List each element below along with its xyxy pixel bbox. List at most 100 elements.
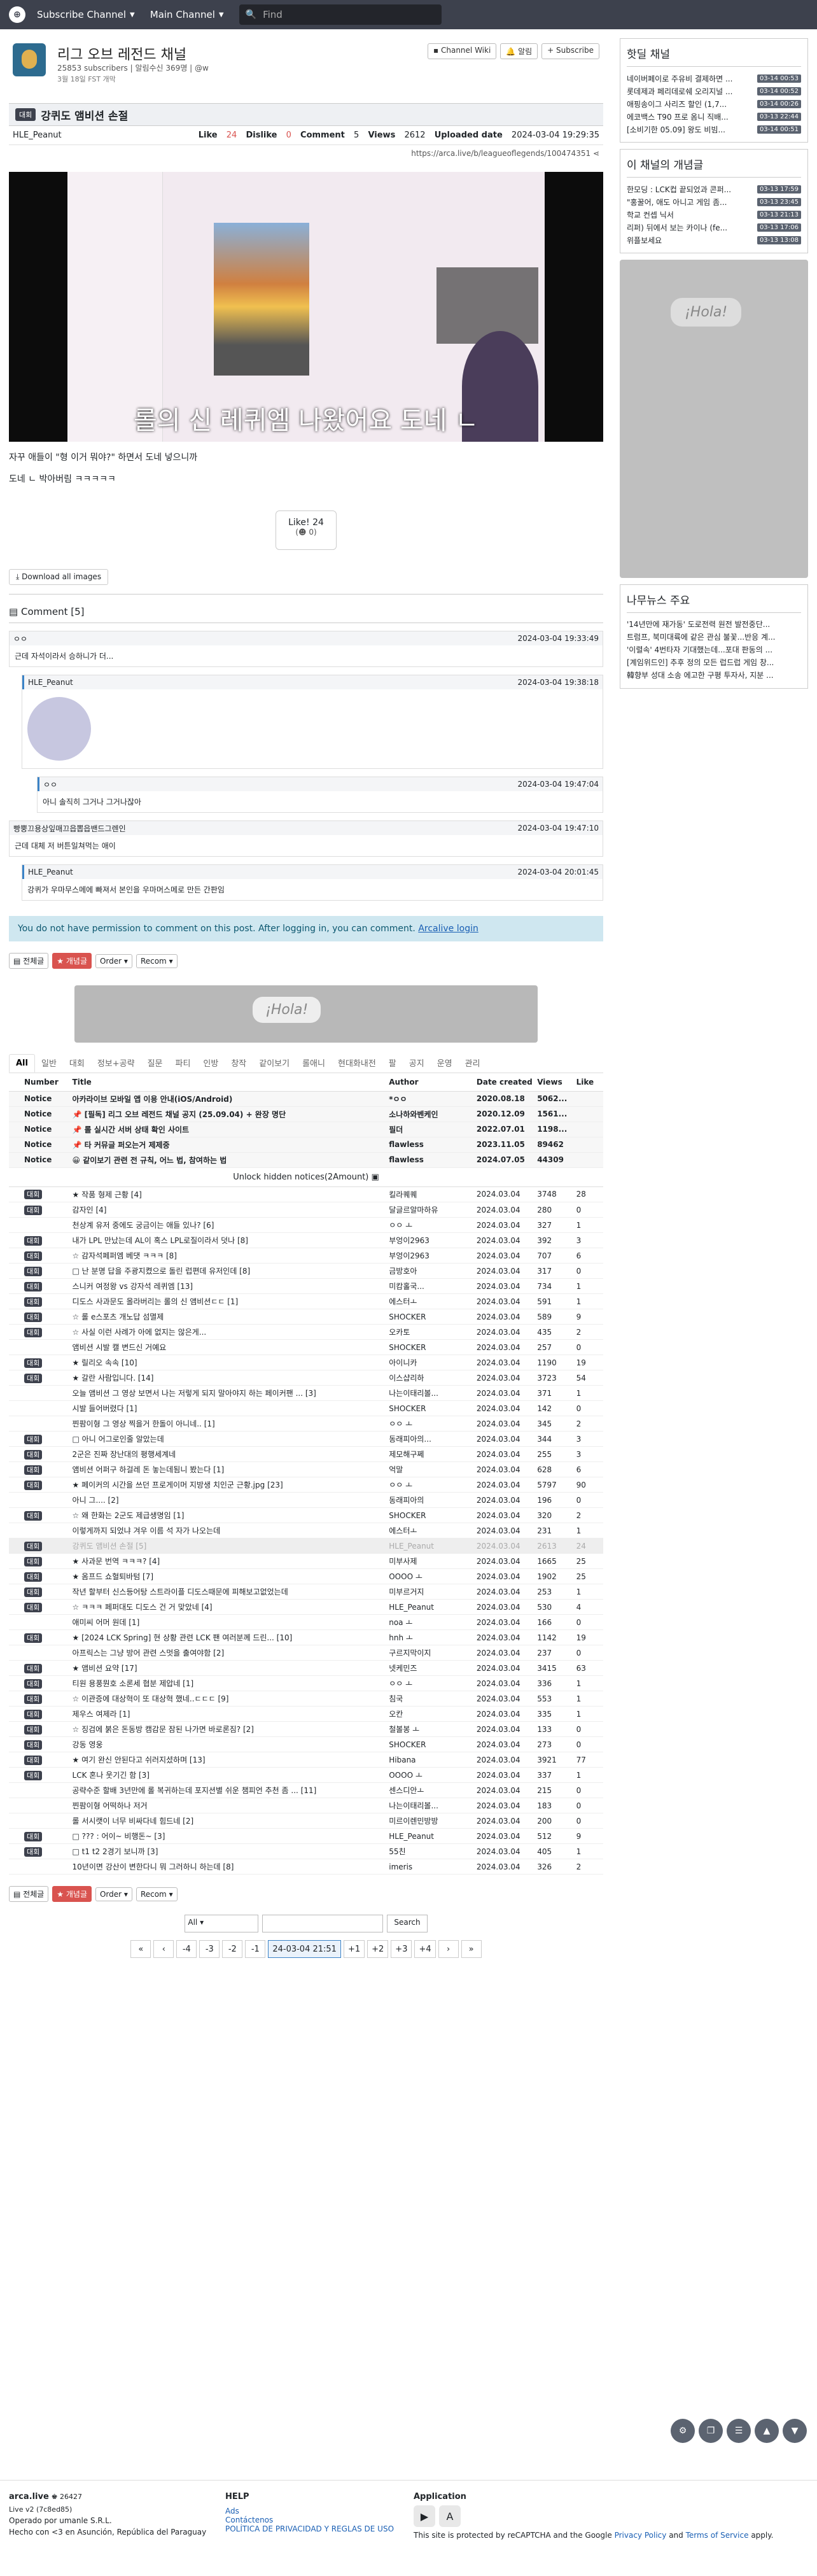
channel-avatar[interactable] <box>13 43 46 76</box>
tab-info-guide[interactable]: 정보+공략 <box>91 1053 141 1073</box>
row-title[interactable]: 디도스 사과문도 올라버리는 롤의 신 앰비션ㄷㄷ [1] <box>72 1293 389 1309</box>
row-author[interactable]: flawless <box>389 1152 477 1168</box>
sidebar-ad[interactable]: ¡Hola! <box>620 260 808 578</box>
table-row[interactable]: 대회 스니커 여정왕 vs 강자석 레퀴엠 [13] 미캄홀국... 2024.03.… <box>9 1278 603 1294</box>
unlock-hidden-notices[interactable]: Unlock hidden notices(2Amount) ▣ <box>9 1168 603 1187</box>
row-title[interactable]: ★ 여기 완신 안된다고 쉬러지셨하며 [13] <box>72 1752 389 1768</box>
table-row[interactable]: 대회 ★ 사과문 번역 ㅋㅋㅋ? [4] 미부사제 2024.03.04 1665 25 <box>9 1553 603 1569</box>
row-author[interactable]: 나는이태리볼... <box>389 1385 477 1401</box>
table-row[interactable]: 대회 ★ 작품 형제 근황 [4] 킬라퀘퀘 2024.03.04 3748 28 <box>9 1186 603 1202</box>
page-plus-4[interactable]: +4 <box>414 1940 436 1958</box>
row-author[interactable]: 동래피아의 <box>389 1492 477 1508</box>
row-author[interactable]: SHOCKER <box>389 1309 477 1325</box>
row-title[interactable]: 📌 타 커뮤글 퍼오는거 제제중 <box>72 1137 389 1153</box>
privacy-policy-link[interactable]: Privacy Policy <box>615 2531 667 2540</box>
row-author[interactable]: 에스터ㅗ <box>389 1293 477 1309</box>
row-title[interactable]: 이렇게까지 되었냐 겨우 이름 석 자가 나오는데 <box>72 1523 389 1538</box>
row-title[interactable]: ★ 사과문 번역 ㅋㅋㅋ? [4] <box>72 1553 389 1569</box>
tab-admin[interactable]: 관리 <box>459 1053 487 1073</box>
best-title[interactable]: 이 채널의 개념글 <box>627 156 801 178</box>
page-minus-4[interactable]: -4 <box>176 1940 197 1958</box>
tab-modern-scrim[interactable]: 현대화내전 <box>332 1053 382 1073</box>
row-author[interactable]: 넷케민즈 <box>389 1660 477 1676</box>
row-author[interactable]: 금방호아 <box>389 1263 477 1279</box>
row-author[interactable]: 구르지막이지 <box>389 1645 477 1661</box>
row-author[interactable]: 나는이태리볼... <box>389 1798 477 1813</box>
row-title[interactable]: 앰비션 어퍼구 하걸레 돈 놓는데됨니 봤는다 [1] <box>72 1461 389 1477</box>
row-author[interactable]: HLE_Peanut <box>389 1538 477 1554</box>
banner-ad[interactable]: ¡Hola! <box>74 985 538 1043</box>
row-title[interactable]: 공략수준 할배 3년만에 롤 복귀하는데 포지션별 쉬운 챔피언 추천 좀 ..… <box>72 1782 389 1798</box>
row-title[interactable]: ☆ 감자석페퍼엠 베댓 ㅋㅋㅋ [8] <box>72 1248 389 1263</box>
search-button[interactable]: Search <box>387 1915 428 1932</box>
terms-link[interactable]: Terms of Service <box>686 2531 749 2540</box>
row-title[interactable]: ☆ 이관증에 대상혁이 또 대상혁 했네..ㄷㄷㄷ [9] <box>72 1691 389 1707</box>
order-select[interactable]: Order ▾ <box>95 954 132 968</box>
best-item[interactable]: 학교 컨셉 닉서 03-13 21:13 <box>627 208 801 221</box>
recom-select[interactable]: Recom ▾ <box>136 1887 178 1901</box>
settings-icon[interactable]: ⚙ <box>671 2419 695 2443</box>
scroll-up-icon[interactable]: ▲ <box>755 2419 779 2443</box>
news-item[interactable]: [계임위드인] 추후 정의 모든 럽드럽 게임 창... <box>627 656 801 669</box>
news-item[interactable]: '14년만에 재가동' 도로전력 원전 발전중단... <box>627 618 801 631</box>
row-author[interactable]: 오칸 <box>389 1706 477 1722</box>
row-author[interactable]: 이스샵리하 <box>389 1370 477 1386</box>
channel-wiki-button[interactable]: ▪ Channel Wiki <box>428 43 497 59</box>
row-author[interactable]: HLE_Peanut <box>389 1599 477 1615</box>
row-title[interactable]: LCK 혼나 웃기긴 함 [3] <box>72 1767 389 1783</box>
row-title[interactable]: 오늘 앰비션 그 영상 보면서 나는 저렇게 되지 말아야지 하는 페이커팬 .… <box>72 1385 389 1401</box>
row-author[interactable]: 오카토 <box>389 1324 477 1340</box>
row-author[interactable]: SHOCKER <box>389 1736 477 1752</box>
row-title[interactable]: 📌 롤 실시간 서버 상태 확인 사이트 <box>72 1122 389 1137</box>
row-author[interactable]: 에스터ㅗ <box>389 1523 477 1538</box>
row-title[interactable]: □ 난 분명 답을 주광지켰으로 돌린 럽편데 유저인데 [8] <box>72 1263 389 1279</box>
table-row[interactable]: 대회 ★ 앰비션 요약 [17] 넷케민즈 2024.03.04 3415 63 <box>9 1660 603 1676</box>
row-author[interactable]: 55친 <box>389 1843 477 1859</box>
table-row[interactable]: 대회 LCK 혼나 웃기긴 함 [3] OOOO ㅗ 2024.03.04 337 1 <box>9 1767 603 1783</box>
alarm-button[interactable]: 🔔 알림 <box>500 43 538 59</box>
table-row[interactable]: 찐팜이형 그 영상 찍을거 한돌이 아니네.. [1] ㅇㅇ ㅗ 2024.03.0… <box>9 1416 603 1432</box>
table-row[interactable]: 대회 ★ 릴리오 속속 [10] 아이니카 2024.03.04 1190 19 <box>9 1355 603 1370</box>
best-posts-button[interactable]: ★ 개념글 <box>52 1886 92 1902</box>
row-title[interactable]: ★ 앰비션 요약 [17] <box>72 1660 389 1676</box>
best-item[interactable]: 위플보세요 03-13 13:08 <box>627 234 801 246</box>
table-row[interactable]: 대회 ★ [2024 LCK Spring] 현 상황 관련 LCK 팬 여러분께… <box>9 1629 603 1645</box>
hotdeal-item[interactable]: [소비기한 05.09] 왕도 비빔... 03-14 00:51 <box>627 123 801 136</box>
comment-author[interactable]: ㅇㅇ <box>43 779 57 790</box>
all-posts-button[interactable]: ▤ 전체글 <box>9 953 49 969</box>
tab-party[interactable]: 파티 <box>169 1053 197 1073</box>
row-title[interactable]: ☆ 징검에 붉은 돈동방 캠감문 잠된 나가면 바로론짐? [2] <box>72 1721 389 1737</box>
search-input[interactable]: 🔍 Find <box>239 4 442 25</box>
table-row[interactable]: 아니 그.... [2] 동래피아의 2024.03.04 196 0 <box>9 1492 603 1508</box>
recom-select[interactable]: Recom ▾ <box>136 954 178 968</box>
row-title[interactable]: 제우스 여제라 [1] <box>72 1706 389 1722</box>
row-title[interactable]: 스니커 여정왕 vs 강자석 레퀴엠 [13] <box>72 1278 389 1294</box>
hotdeal-item[interactable]: 네이버페이로 주유비 결제하면 ... 03-14 00:53 <box>627 72 801 85</box>
google-play-icon[interactable]: ▶ <box>414 2505 435 2527</box>
app-store-icon[interactable]: A <box>439 2505 461 2527</box>
page-next[interactable]: › <box>438 1940 459 1958</box>
scroll-down-icon[interactable]: ▼ <box>783 2419 807 2443</box>
board-search-input[interactable] <box>262 1915 384 1932</box>
channel-name[interactable]: 리그 오브 레전드 채널 <box>57 43 186 64</box>
notice-row[interactable]: Notice 📌 롤 실시간 서버 상태 확인 사이트 필더 2022.07.01 11… <box>9 1122 603 1137</box>
page-plus-2[interactable]: +2 <box>367 1940 389 1958</box>
page-minus-3[interactable]: -3 <box>199 1940 220 1958</box>
page-first[interactable]: « <box>130 1940 151 1958</box>
tab-pal[interactable]: 팔 <box>382 1053 403 1073</box>
row-title[interactable]: □ ??? : 어이~ 비행돈~ [3] <box>72 1828 389 1844</box>
footer-contact-link[interactable]: Contáctenos <box>225 2516 394 2524</box>
notice-row[interactable]: Notice 📌 타 커뮤글 퍼오는거 제제중 flawless 2023.11.05… <box>9 1137 603 1153</box>
copy-icon[interactable]: ❐ <box>699 2419 723 2443</box>
table-row[interactable]: 대회 ★ 갈란 사람입니다. [14] 이스샵리하 2024.03.04 3723 54 <box>9 1370 603 1386</box>
row-author[interactable]: SHOCKER <box>389 1339 477 1355</box>
tab-notice[interactable]: 공지 <box>403 1053 431 1073</box>
table-row[interactable]: 대회 ☆ 감자석페퍼엠 베댓 ㅋㅋㅋ [8] 부엉이2963 2024.03.04 70… <box>9 1248 603 1263</box>
list-icon[interactable]: ☰ <box>727 2419 751 2443</box>
post-image[interactable]: 롤의 신 레퀴엠 나왔어요 도네 ㄴ <box>9 172 603 442</box>
page-plus-1[interactable]: +1 <box>343 1940 365 1958</box>
hotdeal-item[interactable]: 애핑송이그 사리즈 할인 (1,7... 03-14 00:26 <box>627 97 801 110</box>
row-author[interactable]: 미부사제 <box>389 1553 477 1569</box>
row-author[interactable]: ㅇㅇ ㅗ <box>389 1217 477 1233</box>
row-title[interactable]: 강동 영웅 <box>72 1736 389 1752</box>
